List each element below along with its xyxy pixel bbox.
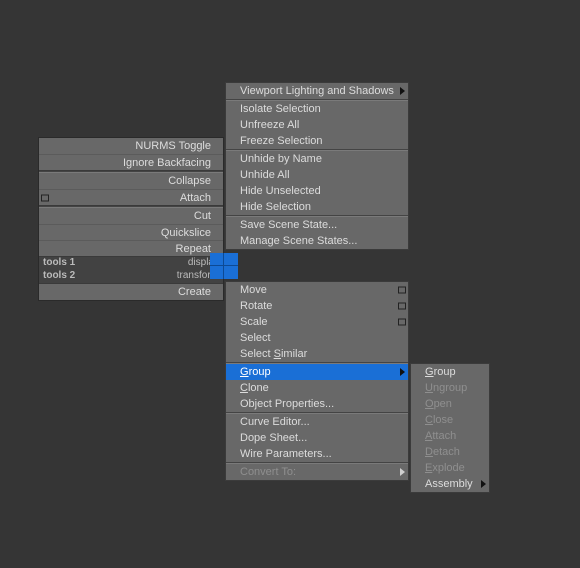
submenu-item-ungroup: Ungroup <box>411 380 489 396</box>
quad-title-row: tools 1 display <box>39 257 223 270</box>
options-icon <box>398 287 406 294</box>
submenu-item-open: Open <box>411 396 489 412</box>
menu-item[interactable]: NURMS Toggle <box>39 138 223 154</box>
menu-item[interactable]: Manage Scene States... <box>226 233 408 249</box>
menu-item[interactable]: Hide Unselected <box>226 183 408 199</box>
options-icon <box>398 303 406 310</box>
context-menu-transform: Move Rotate Scale Select Select Similar … <box>225 281 409 481</box>
submenu-group: Group Ungroup Open Close Attach Detach E… <box>410 363 490 493</box>
menu-item-move[interactable]: Move <box>226 282 408 298</box>
menu-item-clone[interactable]: Clone <box>226 380 408 396</box>
menu-item[interactable]: Unhide by Name <box>226 151 408 167</box>
menu-item[interactable]: Ignore Backfacing <box>39 154 223 170</box>
menu-item-select-similar[interactable]: Select Similar <box>226 346 408 362</box>
menu-item[interactable]: Hide Selection <box>226 199 408 215</box>
submenu-arrow-icon <box>400 368 405 376</box>
menu-item[interactable]: Attach <box>39 189 223 205</box>
submenu-item-close: Close <box>411 412 489 428</box>
context-menu-main: Viewport Lighting and Shadows Isolate Se… <box>225 82 409 250</box>
menu-item[interactable]: Unfreeze All <box>226 117 408 133</box>
menu-item[interactable]: Select <box>226 330 408 346</box>
menu-item[interactable]: Cut <box>39 208 223 224</box>
menu-item[interactable]: Curve Editor... <box>226 414 408 430</box>
menu-item-scale[interactable]: Scale <box>226 314 408 330</box>
submenu-item-explode: Explode <box>411 460 489 476</box>
menu-item[interactable]: Quickslice <box>39 224 223 240</box>
submenu-item-group[interactable]: Group <box>411 364 489 380</box>
menu-item-create[interactable]: Create <box>39 283 223 300</box>
submenu-item-assembly[interactable]: Assembly <box>411 476 489 492</box>
menu-item[interactable]: Wire Parameters... <box>226 446 408 462</box>
menu-item[interactable]: Isolate Selection <box>226 101 408 117</box>
menu-item-convert-to[interactable]: Convert To: <box>226 464 408 480</box>
submenu-arrow-icon <box>400 87 405 95</box>
menu-item-group[interactable]: Group <box>226 364 408 380</box>
menu-item[interactable]: Save Scene State... <box>226 217 408 233</box>
submenu-item-detach: Detach <box>411 444 489 460</box>
menu-item[interactable]: Collapse <box>39 173 223 189</box>
menu-item[interactable]: Unhide All <box>226 167 408 183</box>
menu-item[interactable]: Freeze Selection <box>226 133 408 149</box>
quad-center-icon <box>210 253 238 280</box>
quad-title-row: tools 2 transform <box>39 270 223 283</box>
menu-item[interactable]: Dope Sheet... <box>226 430 408 446</box>
submenu-item-attach: Attach <box>411 428 489 444</box>
submenu-arrow-icon <box>481 480 486 488</box>
menu-item-rotate[interactable]: Rotate <box>226 298 408 314</box>
menu-item[interactable]: Repeat <box>39 240 223 256</box>
menu-item[interactable]: Object Properties... <box>226 396 408 412</box>
menu-item-viewport-lighting[interactable]: Viewport Lighting and Shadows <box>226 83 408 99</box>
quad-menu-left: NURMS Toggle Ignore Backfacing Collapse … <box>38 137 224 301</box>
options-icon <box>398 319 406 326</box>
submenu-arrow-icon <box>400 468 405 476</box>
options-icon <box>41 194 49 201</box>
